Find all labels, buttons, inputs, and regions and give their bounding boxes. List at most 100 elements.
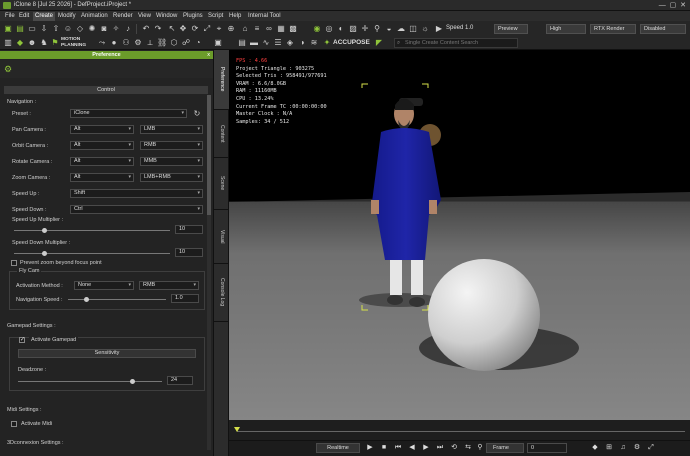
motion-planning-icon[interactable]: ⚑	[50, 38, 60, 48]
wireframe-icon[interactable]: ◎	[324, 24, 334, 34]
menu-edit[interactable]: Edit	[17, 12, 31, 21]
sound-icon[interactable]: ♪	[123, 24, 133, 34]
constraint-icon[interactable]: ⛓	[157, 38, 167, 48]
deadzone-knob[interactable]	[130, 379, 135, 384]
playhead-marker[interactable]	[234, 427, 240, 432]
tab-console-log[interactable]: Console Log	[214, 264, 229, 322]
prev-frame-icon[interactable]: ◀	[407, 443, 417, 453]
panel-scrollbar-thumb[interactable]	[207, 95, 211, 215]
physics-icon[interactable]: ⚙	[133, 38, 143, 48]
audio-icon[interactable]: ♫	[618, 443, 628, 453]
menu-help[interactable]: Help	[227, 12, 243, 21]
preset-select[interactable]: iClone	[70, 109, 187, 118]
menu-modify[interactable]: Modify	[56, 12, 78, 21]
motion-icon[interactable]: ◆	[15, 38, 25, 48]
undo-icon[interactable]: ↶	[141, 24, 151, 34]
content-search-input[interactable]: ⌕ Single Create Content Search	[394, 38, 518, 48]
light-icon[interactable]: ✺	[87, 24, 97, 34]
filter-icon[interactable]: ⚲	[475, 443, 485, 453]
deadzone-input[interactable]: 24	[167, 376, 193, 385]
navigation-speed-input[interactable]: 1.0	[171, 294, 199, 303]
speed-up-multiplier-slider[interactable]	[14, 230, 170, 231]
accupose-icon[interactable]: ✦	[322, 38, 332, 48]
snap-icon[interactable]: ⌖	[214, 24, 224, 34]
puppet-icon[interactable]: ♞	[39, 38, 49, 48]
pivot-icon[interactable]: ⊕	[226, 24, 236, 34]
settings-icon[interactable]: ⚙	[632, 443, 642, 453]
hair-icon[interactable]: ≋	[309, 38, 319, 48]
rotate-camera-button-select[interactable]: MMB	[140, 157, 203, 166]
timeline-icon[interactable]: ▬	[249, 38, 259, 48]
activation-button-select[interactable]: RMB	[139, 281, 199, 290]
plugin-icon[interactable]: ◤	[374, 38, 384, 48]
export-icon[interactable]: ⇧	[51, 24, 61, 34]
select-icon[interactable]: ↖	[167, 24, 177, 34]
xray-icon[interactable]: ▨	[348, 24, 358, 34]
motion-planning-label[interactable]: MOTION PLANNING	[61, 37, 91, 48]
sensitivity-button[interactable]: Sensitivity	[18, 349, 196, 358]
zoom-camera-modifier-select[interactable]: Alt	[70, 173, 134, 182]
menu-render[interactable]: Render	[111, 12, 135, 21]
menu-create[interactable]: Create	[33, 12, 56, 21]
depth-icon[interactable]: ◫	[408, 24, 418, 34]
speed-up-multiplier-knob[interactable]	[42, 228, 47, 233]
sky-icon[interactable]: ☼	[420, 24, 430, 34]
speed-down-multiplier-knob[interactable]	[42, 251, 47, 256]
realtime-button[interactable]: Realtime	[316, 443, 360, 453]
gizmo-icon[interactable]: ✛	[360, 24, 370, 34]
ik-icon[interactable]: ⟂	[145, 38, 155, 48]
expand-icon[interactable]: ⤢	[646, 443, 656, 453]
activation-method-select[interactable]: None	[74, 281, 134, 290]
panel-scrollbar[interactable]	[207, 95, 211, 450]
frame-input[interactable]: 0	[527, 443, 567, 453]
control-section-header[interactable]: Control	[4, 86, 208, 94]
menu-script[interactable]: Script	[206, 12, 225, 21]
menu-plugins[interactable]: Plugins	[181, 12, 205, 21]
play-icon[interactable]: ▶	[365, 443, 375, 453]
pan-camera-modifier-select[interactable]: Alt	[70, 125, 134, 134]
morph-icon[interactable]: ◑	[297, 38, 307, 48]
marker-icon[interactable]: ◆	[590, 443, 600, 453]
new-project-icon[interactable]: ▣	[3, 24, 13, 34]
activate-midi-checkbox[interactable]	[11, 421, 17, 427]
last-frame-icon[interactable]: ⏭	[435, 443, 445, 453]
first-frame-icon[interactable]: ⏮	[393, 443, 403, 453]
face-icon[interactable]: ☻	[27, 38, 37, 48]
character-icon[interactable]: ☺	[63, 24, 73, 34]
camera-switch-icon[interactable]: ⊞	[604, 443, 614, 453]
panel-toggle-icon[interactable]: ▤	[237, 38, 247, 48]
stop-icon[interactable]: ■	[379, 443, 389, 453]
next-frame-icon[interactable]: ▶	[421, 443, 431, 453]
preference-gear-icon[interactable]: ⚙	[3, 64, 13, 74]
menu-animation[interactable]: Animation	[79, 12, 110, 21]
play-preview-icon[interactable]: ▶	[434, 24, 444, 34]
material-icon[interactable]: ◈	[285, 38, 295, 48]
orbit-camera-modifier-select[interactable]: Alt	[70, 141, 134, 150]
path-icon[interactable]: ⤳	[97, 38, 107, 48]
deadzone-slider[interactable]	[18, 381, 162, 382]
prop-icon[interactable]: ◇	[75, 24, 85, 34]
prevent-zoom-checkbox[interactable]	[11, 260, 17, 266]
speed-down-select[interactable]: Ctrl	[70, 205, 203, 214]
accupose-label[interactable]: ACCUPOSE	[333, 39, 370, 46]
visibility-icon[interactable]: ◉	[312, 24, 322, 34]
particle-icon[interactable]: ✧	[111, 24, 121, 34]
timeline-track[interactable]	[237, 431, 685, 432]
pan-camera-button-select[interactable]: LMB	[140, 125, 203, 134]
reset-preset-icon[interactable]: ↻	[192, 109, 202, 119]
tab-scene[interactable]: Scene	[214, 158, 229, 210]
redo-icon[interactable]: ↷	[153, 24, 163, 34]
denoise-dropdown[interactable]: Disabled	[640, 24, 686, 34]
link-icon[interactable]: ∞	[264, 24, 274, 34]
speed-up-multiplier-input[interactable]: 10	[175, 225, 203, 234]
navigation-speed-slider[interactable]	[68, 299, 166, 300]
save-icon[interactable]: ▭	[27, 24, 37, 34]
loop-icon[interactable]: ⟲	[449, 443, 459, 453]
lookat-icon[interactable]: ◔	[193, 38, 203, 48]
menu-view[interactable]: View	[136, 12, 153, 21]
mocap-icon[interactable]: ⚇	[121, 38, 131, 48]
tab-visual[interactable]: Visual	[214, 210, 229, 264]
activate-gamepad-checkbox[interactable]	[19, 336, 25, 343]
curve-icon[interactable]: ∿	[261, 38, 271, 48]
repeat-icon[interactable]: ⇆	[463, 443, 473, 453]
